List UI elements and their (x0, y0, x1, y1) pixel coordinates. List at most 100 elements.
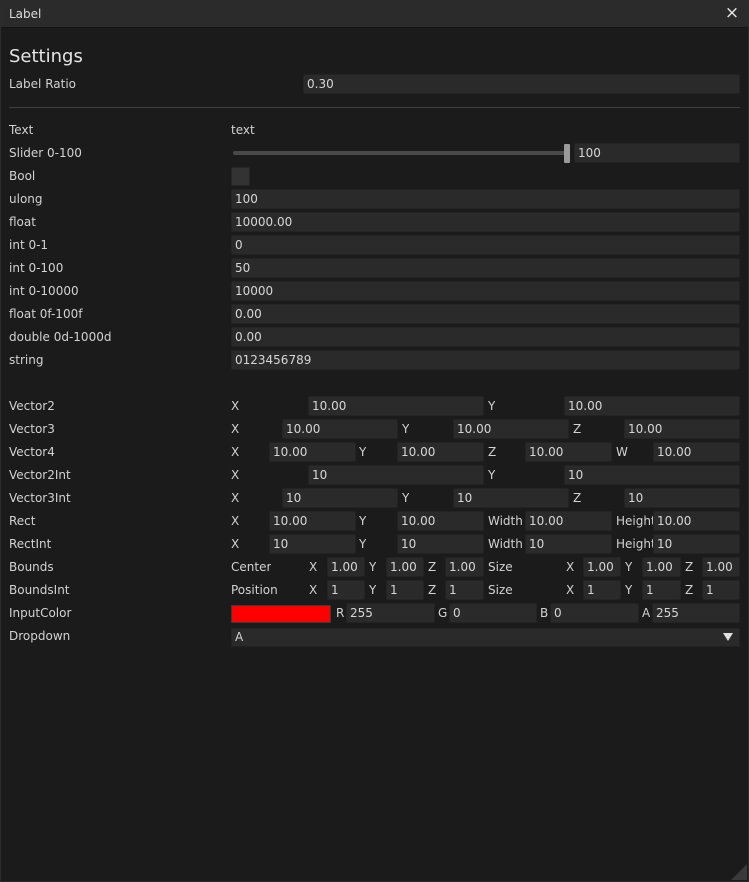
text-label: Text (9, 123, 34, 137)
vector3int-x-label: X (231, 491, 240, 505)
rectint-y-field[interactable]: 10 (397, 534, 484, 554)
bool-checkbox[interactable] (231, 167, 250, 186)
rectint-label: RectInt (9, 537, 52, 551)
bounds-size-label: Size (488, 560, 513, 574)
vector3-label: Vector3 (9, 422, 55, 436)
boundsint-size-z-label: Z (685, 583, 694, 597)
vector3int-y-field[interactable]: 10 (453, 488, 569, 508)
bounds-center-label: Center (231, 560, 272, 574)
boundsint-size-label: Size (488, 583, 513, 597)
float-0f-100f-field[interactable]: 0.00 (231, 304, 740, 324)
ulong-field[interactable]: 100 (231, 189, 740, 209)
vector2int-x-label: X (231, 468, 240, 482)
vector2int-x-field[interactable]: 10 (308, 465, 484, 485)
rect-height-label: Height (616, 514, 653, 528)
vector4-label: Vector4 (9, 445, 55, 459)
bounds-label: Bounds (9, 560, 54, 574)
color-swatch[interactable] (231, 605, 331, 623)
boundsint-position-x-label: X (309, 583, 318, 597)
vector4-z-field[interactable]: 10.00 (525, 442, 612, 462)
color-a-label: A (642, 606, 651, 620)
rectint-height-field[interactable]: 10 (653, 534, 740, 554)
vector3int-x-field[interactable]: 10 (282, 488, 398, 508)
vector4-y-label: Y (359, 445, 367, 459)
vector2-x-field[interactable]: 10.00 (308, 396, 484, 416)
slider-value-field[interactable]: 100 (574, 143, 740, 163)
settings-heading: Settings (9, 46, 83, 67)
double-0d-1000d-label: double 0d-1000d (9, 330, 112, 344)
boundsint-position-z-field[interactable]: 1 (445, 580, 484, 600)
dropdown-select[interactable]: A (231, 628, 740, 647)
vector4-w-field[interactable]: 10.00 (653, 442, 740, 462)
int-0-10000-field[interactable]: 10000 (231, 281, 740, 301)
vector2-y-field[interactable]: 10.00 (564, 396, 740, 416)
vector3-z-label: Z (573, 422, 582, 436)
close-icon[interactable]: × (722, 3, 742, 23)
boundsint-position-y-field[interactable]: 1 (386, 580, 424, 600)
bounds-center-x-field[interactable]: 1.00 (327, 557, 365, 577)
vector3-y-label: Y (402, 422, 410, 436)
bool-label: Bool (9, 169, 36, 183)
rect-width-label: Width (488, 514, 523, 528)
bounds-size-x-label: X (566, 560, 575, 574)
rectint-width-field[interactable]: 10 (525, 534, 612, 554)
vector4-y-field[interactable]: 10.00 (397, 442, 484, 462)
dropdown-label: Dropdown (9, 629, 71, 643)
vector4-x-label: X (231, 445, 240, 459)
label-window: Label × Settings Label Ratio 0.30 Text t… (0, 0, 749, 882)
vector2int-label: Vector2Int (9, 468, 71, 482)
vector2int-y-field[interactable]: 10 (564, 465, 740, 485)
ulong-label: ulong (9, 192, 43, 206)
label-ratio-label: Label Ratio (9, 77, 76, 91)
float-0f-100f-label: float 0f-100f (9, 307, 83, 321)
boundsint-size-z-field[interactable]: 1 (702, 580, 740, 600)
color-r-field[interactable]: 255 (346, 603, 435, 623)
vector4-z-label: Z (488, 445, 497, 459)
rect-height-field[interactable]: 10.00 (653, 511, 740, 531)
title-bar[interactable]: Label × (1, 1, 748, 28)
int-0-1-label: int 0-1 (9, 238, 49, 252)
float-field[interactable]: 10000.00 (231, 212, 740, 232)
color-g-label: G (438, 606, 448, 620)
vector2-y-label: Y (488, 399, 496, 413)
double-0d-1000d-field[interactable]: 0.00 (231, 327, 740, 347)
rectint-y-label: Y (359, 537, 367, 551)
boundsint-size-y-field[interactable]: 1 (642, 580, 681, 600)
bounds-size-x-field[interactable]: 1.00 (583, 557, 621, 577)
vector3int-z-label: Z (573, 491, 582, 505)
label-ratio-field[interactable]: 0.30 (303, 74, 740, 94)
color-a-field[interactable]: 255 (652, 603, 740, 623)
color-b-label: B (540, 606, 549, 620)
vector3-x-field[interactable]: 10.00 (282, 419, 398, 439)
bounds-size-y-field[interactable]: 1.00 (642, 557, 681, 577)
rect-width-field[interactable]: 10.00 (525, 511, 612, 531)
dropdown-value: A (235, 630, 244, 644)
color-b-field[interactable]: 0 (550, 603, 639, 623)
boundsint-position-y-label: Y (369, 583, 377, 597)
resize-handle-icon[interactable] (731, 864, 747, 880)
boundsint-size-x-field[interactable]: 1 (583, 580, 621, 600)
vector3int-label: Vector3Int (9, 491, 71, 505)
vector3int-z-field[interactable]: 10 (624, 488, 740, 508)
bounds-center-y-label: Y (369, 560, 377, 574)
int-0-100-field[interactable]: 50 (231, 258, 740, 278)
int-0-100-label: int 0-100 (9, 261, 64, 275)
vector2-x-label: X (231, 399, 240, 413)
color-g-field[interactable]: 0 (449, 603, 537, 623)
vector3-z-field[interactable]: 10.00 (624, 419, 740, 439)
rectint-x-field[interactable]: 10 (269, 534, 356, 554)
string-field[interactable]: 0123456789 (231, 350, 740, 370)
vector3-y-field[interactable]: 10.00 (453, 419, 569, 439)
bounds-center-y-field[interactable]: 1.00 (386, 557, 424, 577)
boundsint-position-x-field[interactable]: 1 (327, 580, 365, 600)
slider-track[interactable] (233, 151, 568, 155)
rect-y-field[interactable]: 10.00 (397, 511, 484, 531)
int-0-1-field[interactable]: 0 (231, 235, 740, 255)
divider (9, 107, 740, 108)
slider-handle[interactable] (564, 144, 570, 163)
bounds-size-z-field[interactable]: 1.00 (702, 557, 740, 577)
bounds-center-z-field[interactable]: 1.00 (445, 557, 484, 577)
vector4-x-field[interactable]: 10.00 (269, 442, 356, 462)
text-value: text (231, 123, 255, 137)
rect-x-field[interactable]: 10.00 (269, 511, 356, 531)
